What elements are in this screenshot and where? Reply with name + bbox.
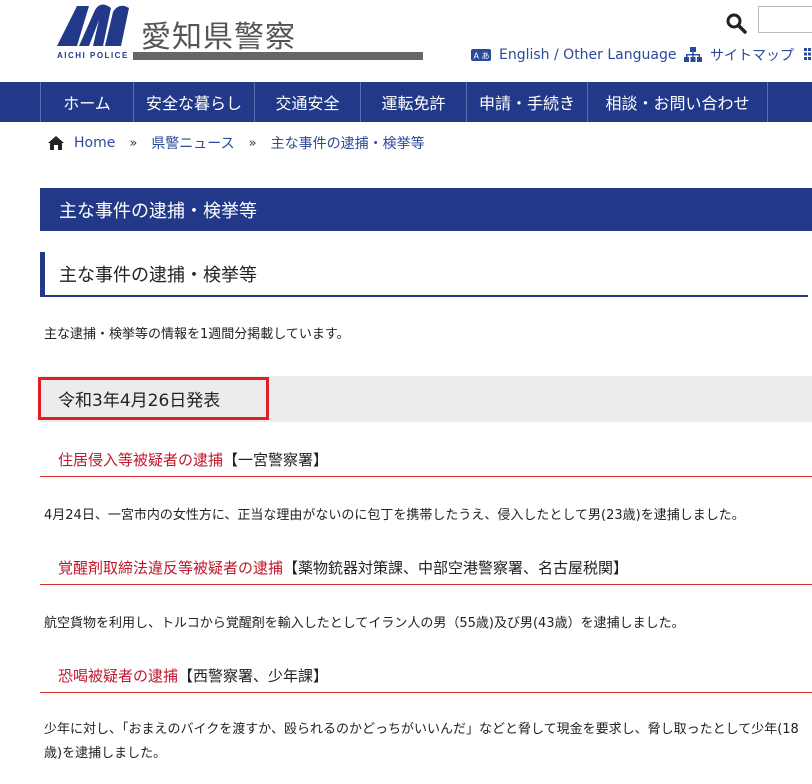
case-department: 【一宮警察署】	[223, 451, 329, 469]
case-title-link[interactable]: 恐喝被疑者の逮捕	[58, 665, 178, 686]
nav-item-safety[interactable]: 安全な暮らし	[134, 82, 255, 122]
language-link[interactable]: A あ English / Other Language	[471, 45, 676, 65]
case-department: 【西警察署、少年課】	[178, 667, 329, 685]
nav-items: ホーム 安全な暮らし 交通安全 運転免許 申請・手続き 相談・お問い合わせ	[40, 82, 768, 122]
breadcrumb-separator: »	[248, 135, 257, 151]
logo-bar	[133, 52, 423, 60]
svg-text:A: A	[474, 52, 480, 61]
sitemap-link[interactable]: サイトマップ	[684, 45, 794, 65]
intro-text: 主な逮捕・検挙等の情報を1週間分掲載しています。	[44, 327, 350, 342]
global-nav: ホーム 安全な暮らし 交通安全 運転免許 申請・手続き 相談・お問い合わせ	[0, 82, 812, 122]
case-body: 航空貨物を利用し、トルコから覚醒剤を輸入したとしてイラン人の男（55歳)及び男(…	[44, 616, 685, 631]
breadcrumb-news[interactable]: 県警ニュース	[151, 133, 234, 153]
home-icon	[48, 136, 64, 150]
search-icon[interactable]	[725, 12, 747, 34]
nav-item-license[interactable]: 運転免許	[361, 82, 467, 122]
nav-item-traffic[interactable]: 交通安全	[255, 82, 361, 122]
breadcrumb-current[interactable]: 主な事件の逮捕・検挙等	[271, 133, 425, 153]
breadcrumb-home[interactable]: Home	[74, 135, 115, 151]
breadcrumb: Home » 県警ニュース » 主な事件の逮捕・検挙等	[48, 133, 425, 153]
logo-text-en: AICHI POLICE	[57, 51, 129, 60]
case-department: 【薬物銃器対策課、中部空港警察署、名古屋税関】	[283, 559, 629, 577]
search-input[interactable]	[758, 6, 812, 33]
section-title: 主な事件の逮捕・検挙等	[40, 252, 808, 297]
translate-icon: A あ	[471, 49, 491, 61]
sitemap-link-label[interactable]: サイトマップ	[710, 45, 794, 65]
case-body: 少年に対し、「おまえのバイクを渡すか、殴られるのかどっちがいいんだ」などと脅して…	[44, 722, 799, 761]
date-heading: 令和3年4月26日発表	[58, 391, 221, 411]
page-title: 主な事件の逮捕・検挙等	[40, 188, 812, 231]
police-logo-mark-icon	[57, 4, 129, 47]
sitemap-icon	[684, 47, 702, 62]
nav-item-contact[interactable]: 相談・お問い合わせ	[588, 82, 768, 122]
case-title: 住居侵入等被疑者の逮捕 【一宮警察署】	[40, 443, 812, 477]
case-title: 恐喝被疑者の逮捕 【西警察署、少年課】	[40, 659, 812, 693]
logo-text-ja: 愛知県警察	[141, 20, 296, 55]
case-body: 4月24日、一宮市内の女性方に、正当な理由がないのに包丁を携帯したうえ、侵入した…	[44, 508, 745, 523]
case-title: 覚醒剤取締法違反等被疑者の逮捕 【薬物銃器対策課、中部空港警察署、名古屋税関】	[40, 551, 812, 585]
site-logo[interactable]: 愛知県警察 AICHI POLICE	[55, 2, 423, 62]
case-title-link[interactable]: 覚醒剤取締法違反等被疑者の逮捕	[58, 557, 283, 578]
grid-menu-icon[interactable]	[804, 47, 812, 61]
nav-item-applications[interactable]: 申請・手続き	[467, 82, 588, 122]
case-title-link[interactable]: 住居侵入等被疑者の逮捕	[58, 449, 223, 470]
nav-item-home[interactable]: ホーム	[41, 82, 134, 122]
svg-text:あ: あ	[482, 52, 490, 61]
breadcrumb-separator: »	[129, 135, 138, 151]
site-header: 愛知県警察 AICHI POLICE A あ English / Other L…	[0, 0, 812, 82]
language-link-label[interactable]: English / Other Language	[499, 47, 676, 63]
